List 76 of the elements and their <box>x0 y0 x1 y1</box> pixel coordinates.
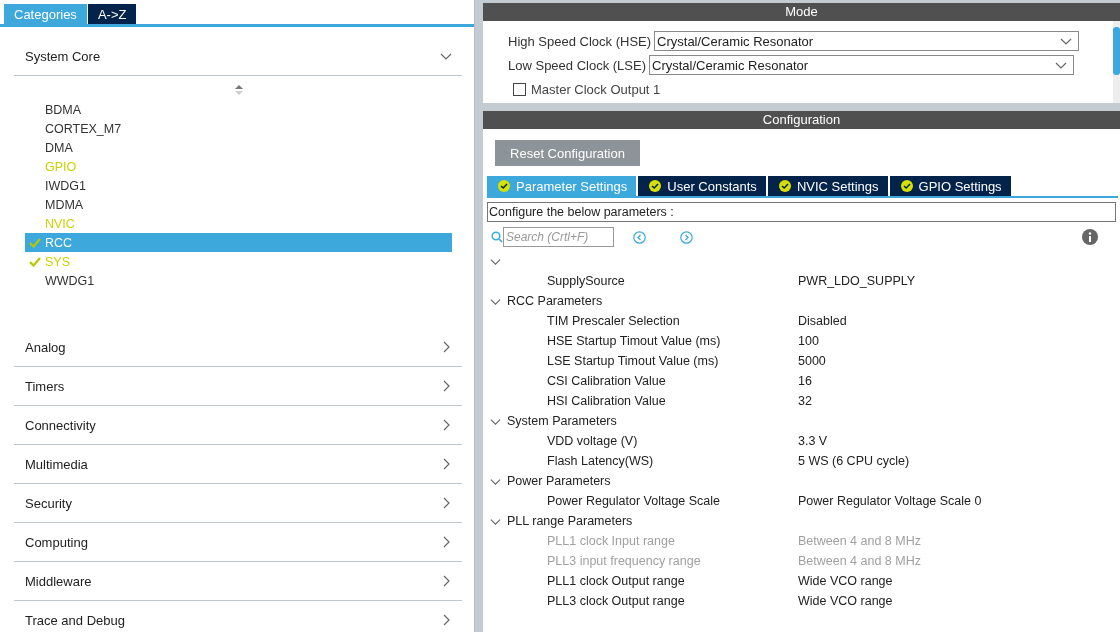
peripheral-item[interactable]: WWDG1 <box>25 271 452 290</box>
category-label: Middleware <box>25 573 92 589</box>
previous-icon[interactable] <box>633 230 646 244</box>
category-header[interactable]: Computing <box>14 523 462 562</box>
group-label: RCC Parameters <box>507 294 603 308</box>
parameter-name: HSE Startup Timout Value (ms) <box>547 334 722 348</box>
category-label: Timers <box>25 378 65 394</box>
section-header: Mode <box>483 3 1120 21</box>
parameter-name: PLL3 clock Output range <box>547 594 686 608</box>
category-header[interactable]: Timers <box>14 367 462 406</box>
category-header[interactable]: Middleware <box>14 562 462 601</box>
peripheral-item[interactable]: BDMA <box>25 100 452 119</box>
parameter-name: PLL1 clock Output range <box>547 574 686 588</box>
search-field[interactable]: Search (Crtl+F) <box>503 227 614 247</box>
parameter-value[interactable]: 3.3 V <box>798 434 828 448</box>
parameter-value[interactable]: Wide VCO range <box>798 574 893 588</box>
category-header[interactable]: Trace and Debug <box>14 601 462 632</box>
settings-tab[interactable]: User Constants <box>638 176 766 196</box>
search-icon <box>491 231 503 243</box>
dropdown[interactable]: Crystal/Ceramic Resonator <box>654 31 1080 51</box>
peripheral-item[interactable]: CORTEX_M7 <box>25 119 452 138</box>
parameter-value[interactable]: Power Regulator Voltage Scale 0 <box>798 494 982 508</box>
parameter-name: PLL3 input frequency range <box>547 554 702 568</box>
category-header[interactable]: Multimedia <box>14 445 462 484</box>
category-label: Computing <box>25 534 88 550</box>
parameter-name: Power Regulator Voltage Scale <box>547 494 722 508</box>
field-label: Low Speed Clock (LSE) <box>508 57 646 73</box>
category-label: Connectivity <box>25 417 96 433</box>
parameter-name: TIM Prescaler Selection <box>547 314 681 328</box>
category-header[interactable]: Connectivity <box>14 406 462 445</box>
parameter-name: CSI Calibration Value <box>547 374 667 388</box>
parameter-name: HSI Calibration Value <box>547 394 667 408</box>
category-label: Multimedia <box>25 456 88 472</box>
field-label: High Speed Clock (HSE) <box>508 33 652 49</box>
parameter-name: SupplySource <box>547 274 626 288</box>
group-label: PLL range Parameters <box>507 514 633 528</box>
parameter-value[interactable]: 32 <box>798 394 812 408</box>
peripheral-item[interactable]: IWDG1 <box>25 176 452 195</box>
check-circle-icon <box>498 180 510 192</box>
group-label: System Parameters <box>507 414 617 428</box>
parameter-value[interactable]: Disabled <box>798 314 847 328</box>
parameter-name: PLL1 clock Input range <box>547 534 676 548</box>
category-header[interactable]: System Core <box>14 37 462 76</box>
parameter-value[interactable]: Wide VCO range <box>798 594 893 608</box>
panel-tab[interactable]: A->Z <box>87 4 137 24</box>
sort-icon[interactable] <box>234 84 243 96</box>
category-label: Trace and Debug <box>25 612 125 628</box>
section-header: Configuration <box>483 111 1120 129</box>
check-circle-icon <box>649 180 662 192</box>
peripheral-item[interactable]: DMA <box>25 138 452 157</box>
parameter-name: VDD voltage (V) <box>547 434 639 448</box>
check-circle-icon <box>778 180 791 192</box>
checkbox-label: Master Clock Output 1 <box>531 82 661 97</box>
category-label: System Core <box>25 48 101 64</box>
category-label: Analog <box>25 339 66 355</box>
next-icon[interactable] <box>680 230 693 244</box>
parameter-value[interactable]: 16 <box>798 374 812 388</box>
peripheral-item[interactable]: MDMA <box>25 195 452 214</box>
settings-tab[interactable]: NVIC Settings <box>767 176 888 196</box>
info-icon[interactable] <box>1082 229 1098 245</box>
category-header[interactable]: Analog <box>14 328 462 367</box>
check-circle-icon <box>900 180 913 192</box>
checkbox[interactable] <box>513 83 526 96</box>
dropdown[interactable]: Crystal/Ceramic Resonator <box>649 55 1074 75</box>
parameter-name: LSE Startup Timout Value (ms) <box>547 354 720 368</box>
instruction-text: Configure the below parameters : <box>487 202 1116 222</box>
parameter-name: Flash Latency(WS) <box>547 454 655 468</box>
category-label: Security <box>25 495 72 511</box>
parameter-value[interactable]: 5000 <box>798 354 826 368</box>
scrollbar[interactable] <box>1113 21 1120 103</box>
group-label: Power Parameters <box>507 474 611 488</box>
parameter-value[interactable]: 100 <box>798 334 819 348</box>
parameter-value[interactable]: PWR_LDO_SUPPLY <box>798 274 916 288</box>
parameter-value[interactable]: 5 WS (6 CPU cycle) <box>798 454 910 468</box>
settings-tab[interactable]: GPIO Settings <box>889 176 1011 196</box>
category-header[interactable]: Security <box>14 484 462 523</box>
